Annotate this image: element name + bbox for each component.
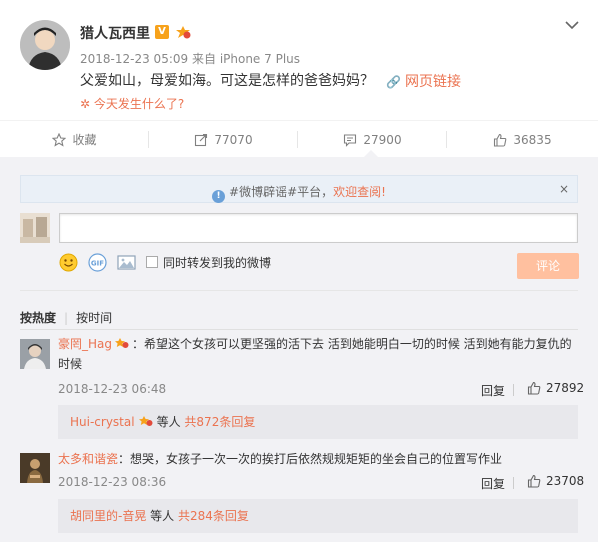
thumbs-up-icon <box>527 381 541 395</box>
like-button[interactable]: 36835 <box>447 121 598 158</box>
link-icon: 🔗 <box>386 75 401 89</box>
commenter-name[interactable]: 太多和谐瓷 <box>58 452 118 466</box>
repost-button[interactable]: 77070 <box>149 121 298 158</box>
comment-content: ：希望这个女孩可以更坚强的活下去 活到她能明白一切的时候 活到她有能力复仇的时候 <box>58 337 572 371</box>
comment-icon <box>344 133 357 147</box>
comment-like-count: 27892 <box>546 381 585 395</box>
close-icon[interactable]: × <box>559 182 569 196</box>
post-timestamp[interactable]: 2018-12-23 05:09 <box>80 52 188 66</box>
image-icon[interactable] <box>117 254 136 271</box>
comment-tab-caret <box>364 150 378 157</box>
divider <box>20 329 578 330</box>
reply-button[interactable]: 回复 <box>481 382 505 399</box>
comment-like-button[interactable]: 23708 <box>527 474 584 488</box>
web-link[interactable]: 🔗 网页链接 <box>386 71 461 91</box>
divider <box>20 290 578 291</box>
comment-input[interactable] <box>59 213 578 243</box>
comment-count: 27900 <box>363 132 402 147</box>
author-avatar[interactable] <box>20 20 70 70</box>
comment-panel: ! #微博辟谣#平台，欢迎查阅! × GIF 同时转发到我的微博 评论 按热度 | 按… <box>0 157 598 542</box>
thumbs-up-icon <box>527 474 541 488</box>
commenter-name[interactable]: 豪罔_Hag <box>58 337 112 351</box>
source-prefix: 来自 <box>191 52 216 66</box>
sparkle-icon: ✲ <box>80 97 91 111</box>
star-icon <box>52 132 67 147</box>
sort-tabs: 按热度 | 按时间 <box>20 309 112 326</box>
post-meta: 2018-12-23 05:09 来自 iPhone 7 Plus <box>80 50 300 67</box>
repost-checkbox-label[interactable]: 同时转发到我的微博 <box>163 254 271 271</box>
current-user-avatar <box>20 213 50 243</box>
sub-replies-link[interactable]: Hui-crystal 等人 共872条回复 <box>58 405 578 439</box>
sub-reply-user[interactable]: 胡同里的-音晃 <box>70 509 146 523</box>
commenter-avatar[interactable] <box>20 339 50 369</box>
svg-text:GIF: GIF <box>91 259 104 267</box>
repost-icon <box>195 133 208 146</box>
action-bar: 收藏 77070 27900 36835 <box>0 120 598 157</box>
submit-comment-button[interactable]: 评论 <box>517 253 579 279</box>
notice-text: ! #微博辟谣#平台，欢迎查阅! <box>21 183 577 203</box>
comment-time: 2018-12-23 06:48 <box>58 382 167 396</box>
comment-content: ：想哭，女孩子一次一次的挨打后依然规规矩矩的坐会自己的位置写作业 <box>118 452 503 466</box>
sort-by-time-tab[interactable]: 按时间 <box>76 311 112 325</box>
favorite-button[interactable]: 收藏 <box>0 121 149 158</box>
composer-tools: GIF 同时转发到我的微博 <box>59 252 271 272</box>
comment-text: 太多和谐瓷：想哭，女孩子一次一次的挨打后依然规规矩矩的坐会自己的位置写作业 <box>58 449 578 469</box>
sub-reply-mid: 等人 <box>150 509 175 523</box>
weibo-post: 猎人瓦西里 V 2018-12-23 05:09 来自 iPhone 7 Plu… <box>0 0 598 120</box>
thumbs-up-icon <box>494 133 507 147</box>
favorite-label: 收藏 <box>72 133 97 147</box>
rumor-notice: ! #微博辟谣#平台，欢迎查阅! × <box>20 175 578 203</box>
repost-checkbox[interactable] <box>146 256 158 268</box>
reply-button[interactable]: 回复 <box>481 475 505 492</box>
topic-link[interactable]: ✲ 今天发生什么了? <box>80 95 184 112</box>
chevron-down-icon[interactable] <box>564 18 580 32</box>
comment-time: 2018-12-23 08:36 <box>58 475 167 489</box>
gif-icon[interactable]: GIF <box>88 252 107 272</box>
like-count: 36835 <box>513 132 552 147</box>
post-source[interactable]: iPhone 7 Plus <box>220 52 300 66</box>
sort-separator: | <box>64 311 69 325</box>
author-name[interactable]: 猎人瓦西里 <box>80 23 150 43</box>
sub-reply-mid: 等人 <box>156 415 181 429</box>
sub-replies-link[interactable]: 胡同里的-音晃 等人 共284条回复 <box>58 499 578 533</box>
info-icon: ! <box>212 190 226 203</box>
level-badge <box>115 338 129 348</box>
post-text: 父爱如山，母爱如海。可这是怎样的爸爸妈妈？ <box>80 73 374 89</box>
commenter-avatar[interactable] <box>20 453 50 483</box>
notice-prefix[interactable]: #微博辟谣#平台， <box>229 185 333 199</box>
sub-reply-user[interactable]: Hui-crystal <box>70 415 135 429</box>
divider <box>513 384 514 396</box>
comment-text: 豪罔_Hag ：希望这个女孩可以更坚强的活下去 活到她能明白一切的时候 活到她有能… <box>58 334 578 374</box>
comment-like-count: 23708 <box>546 474 585 488</box>
comment-like-button[interactable]: 27892 <box>527 381 584 395</box>
topic-text: 今天发生什么了? <box>93 97 185 111</box>
sub-reply-count[interactable]: 共284条回复 <box>178 509 249 523</box>
level-badge <box>138 416 153 426</box>
notice-link[interactable]: 欢迎查阅! <box>333 185 386 199</box>
web-link-label: 网页链接 <box>404 74 461 90</box>
repost-count: 77070 <box>214 132 253 147</box>
emoji-icon[interactable] <box>59 253 78 272</box>
sort-by-heat-tab[interactable]: 按热度 <box>20 311 56 325</box>
vip-badge: V <box>155 25 169 39</box>
level-badge <box>176 26 191 39</box>
sub-reply-count[interactable]: 共872条回复 <box>184 415 255 429</box>
divider <box>513 477 514 489</box>
